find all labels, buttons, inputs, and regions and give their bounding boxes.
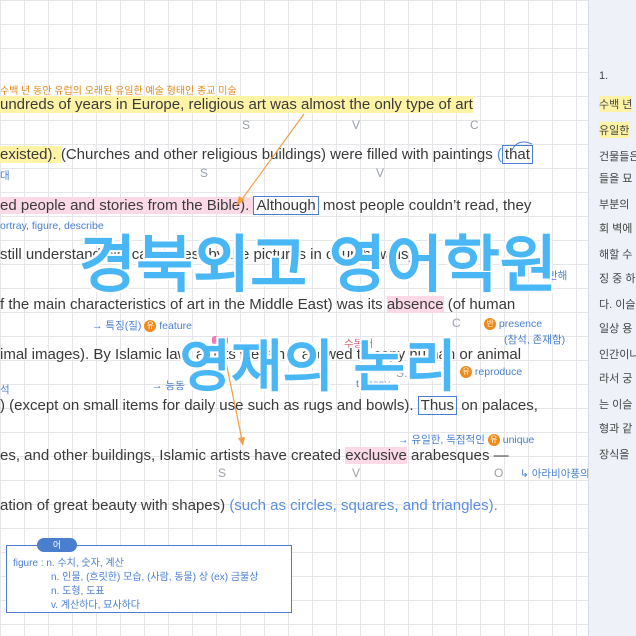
gloss-english: unique (502, 434, 535, 446)
grammar-label-v: V (376, 166, 385, 180)
korean-annotation: 수백 년 동안 유럽의 오래된 유일한 예술 형태인 종교 미술 (0, 86, 237, 97)
parenthetical-text: (such as circles, squares, and triangles… (229, 497, 498, 514)
panel-line: 장식을 (599, 449, 630, 461)
sentence-text: es, and other buildings, Islamic artists… (0, 447, 346, 464)
blue-arrow (511, 141, 533, 151)
text-line-8: es, and other buildings, Islamic artists… (0, 447, 509, 464)
panel-number: 1. (599, 70, 609, 82)
vocab-entry: n. 도형, 도표 (51, 586, 105, 597)
watermark-subtitle: 영재의 논리 (179, 335, 457, 400)
gloss-note: → 유일한, 독점적인 유 unique (398, 432, 534, 447)
grammar-label-o: O (494, 466, 504, 480)
vocab-entry: n. 인물, (흐릿한) 모습, (사람, 동물) 상 (ex) 금불상 (51, 572, 259, 583)
grammar-label-c: C (470, 118, 479, 132)
panel-line: 수백 년 (599, 96, 633, 112)
vocabulary-title: 어 (37, 538, 77, 552)
sentence-text: arabesques — (406, 447, 509, 464)
grammar-label-s: S (218, 466, 227, 480)
vocab-entry: figure : n. 수치, 숫자, 계산 (13, 558, 124, 569)
arrow-glyph: → (398, 434, 409, 446)
watermark-title: 경북외고 영어학원 (79, 228, 557, 301)
arrow-glyph: ↳ (520, 468, 529, 480)
synonym-tag: 유 (487, 434, 500, 447)
grammar-label-v: V (352, 118, 361, 132)
gloss-note: ↳ 아라비아풍의 (520, 466, 588, 481)
sentence-text: most people couldn’t read, they (318, 197, 532, 214)
vocabulary-box: 어 figure : n. 수치, 숫자, 계산 n. 인물, (흐릿한) 모습… (6, 538, 292, 613)
highlighted-text: existed). (0, 146, 61, 163)
grammar-label-v: V (352, 466, 361, 480)
gloss-korean: 유일한, 독점적인 (411, 434, 485, 446)
gloss-note: 대 (0, 170, 10, 182)
panel-line: 유일한 (599, 122, 630, 138)
grammar-label-s: S (200, 166, 209, 180)
gloss-korean: 아라비아풍의 (531, 468, 588, 480)
panel-line: 건물들은 (599, 151, 636, 163)
document-page: 수백 년 동안 유럽의 오래된 유일한 예술 형태인 종교 미술 undreds… (0, 0, 588, 636)
orange-arrow (236, 113, 305, 206)
vocab-entry: v. 계산하다, 묘사하다 (51, 600, 140, 611)
highlighted-word: exclusive (345, 447, 407, 464)
panel-line: 들을 묘 (599, 173, 633, 185)
panel-line: 부분의 (599, 199, 630, 211)
highlighted-text: ed people and stories from the Bible). (0, 197, 254, 214)
translation-panel: 1. 수백 년 유일한 건물들은 들을 묘 부분의 회 벽에 해할 수 징 중 … (588, 0, 636, 636)
panel-line: 형과 같 (599, 423, 633, 435)
sentence-text: ation of great beauty with shapes) (0, 497, 230, 514)
text-line-9: ation of great beauty with shapes) (such… (0, 497, 498, 514)
